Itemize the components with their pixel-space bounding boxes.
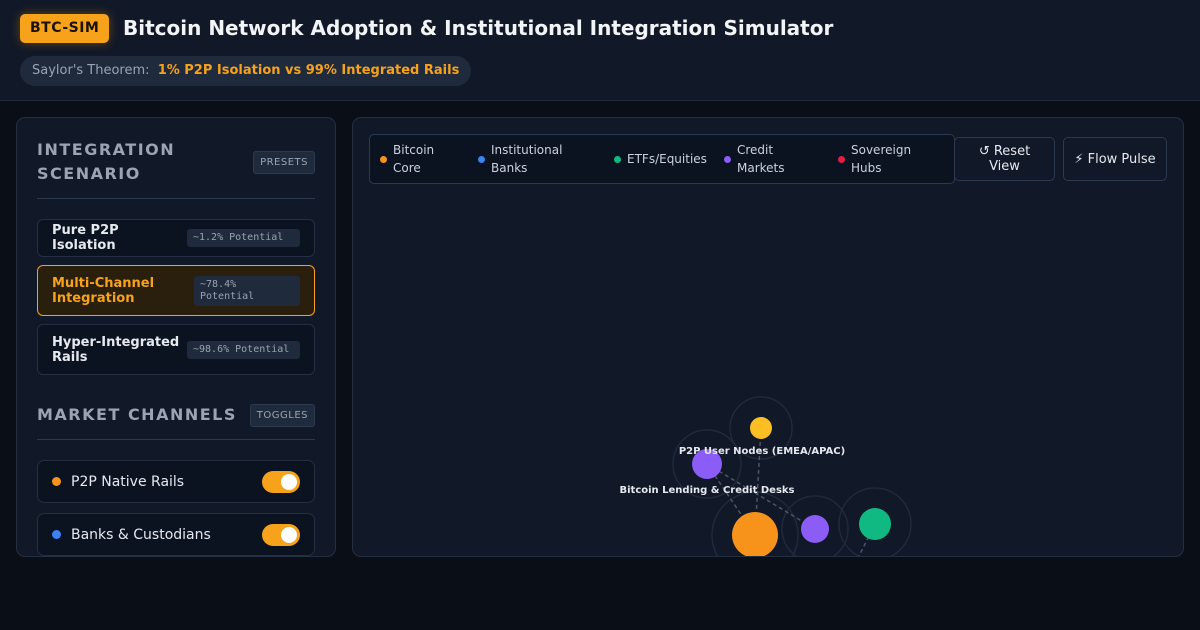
brand-badge: BTC-SIM <box>20 14 110 43</box>
legend-label: Bitcoin Core <box>393 143 435 175</box>
legend-item: Institutional Banks <box>478 141 600 177</box>
legend-label: Institutional Banks <box>491 143 563 175</box>
preset-name: Pure P2P Isolation <box>52 223 119 253</box>
channel-label: P2P Native Rails <box>71 473 185 490</box>
p2p-nodes-label: P2P User Nodes (EMEA/APAC) <box>679 446 845 457</box>
bitcoin-core-node[interactable] <box>732 512 778 557</box>
legend-color-dot <box>838 155 845 163</box>
legend-color-dot <box>380 155 387 163</box>
network-view: P2P User Nodes (EMEA/APAC) Bitcoin Lendi… <box>352 117 1184 557</box>
legend-item: Bitcoin Core <box>380 141 464 177</box>
legend-item: Credit Markets <box>724 141 824 177</box>
toggle-knob <box>281 526 297 543</box>
scenario-header: INTEGRATION SCENARIO PRESETS <box>37 138 315 186</box>
theorem-pill: Saylor's Theorem: 1% P2P Isolation vs 99… <box>20 56 472 86</box>
toggle-knob <box>281 473 297 490</box>
flow-pulse-button[interactable]: ⚡ Flow Pulse <box>1063 137 1167 181</box>
channel-p2p-native: P2P Native Rails <box>37 460 315 503</box>
preset-pure-p2p[interactable]: Pure P2P Isolation ~1.2% Potential <box>37 219 315 257</box>
legend-label: Sovereign Hubs <box>851 143 912 175</box>
legend-item: ETFs/Equities <box>614 150 710 168</box>
channel-color-dot <box>52 477 61 486</box>
divider <box>37 439 315 440</box>
channel-banks: Banks & Custodians <box>37 513 315 556</box>
credit-node[interactable] <box>801 515 829 543</box>
legend-color-dot <box>478 155 485 163</box>
preset-potential: ~78.4% Potential <box>194 275 300 306</box>
preset-name: Multi-Channel Integration <box>52 275 155 306</box>
p2p-node[interactable] <box>750 417 772 439</box>
preset-name: Hyper-Integrated Rails <box>52 334 180 365</box>
banks-toggle[interactable] <box>262 523 300 546</box>
channel-color-dot <box>52 530 61 539</box>
channels-title: MARKET CHANNELS <box>37 405 237 424</box>
legend-color-dot <box>614 155 621 163</box>
reset-view-button[interactable]: ↺ Reset View <box>954 137 1055 181</box>
preset-potential: ~1.2% Potential <box>187 229 300 247</box>
divider <box>37 198 315 199</box>
legend: Bitcoin Core Institutional Banks ETFs/Equi… <box>369 134 955 184</box>
legend-color-dot <box>724 155 731 163</box>
theorem-value: 1% P2P Isolation vs 99% Integrated Rails <box>157 63 460 78</box>
app-title: Bitcoin Network Adoption & Institutional… <box>123 16 834 40</box>
preset-potential: ~98.6% Potential <box>187 340 300 359</box>
legend-label: Credit Markets <box>737 143 785 175</box>
presets-tag: PRESETS <box>253 150 315 174</box>
top-header: BTC-SIM Bitcoin Network Adoption & Insti… <box>0 0 1200 101</box>
legend-label: ETFs/Equities <box>627 152 707 166</box>
toggles-tag: TOGGLES <box>249 403 315 427</box>
control-panel: INTEGRATION SCENARIO PRESETS Pure P2P Is… <box>16 117 336 557</box>
channel-label: Banks & Custodians <box>71 526 211 543</box>
lending-desks-label: Bitcoin Lending & Credit Desks <box>619 485 794 496</box>
preset-multi-channel[interactable]: Multi-Channel Integration ~78.4% Potenti… <box>37 265 315 316</box>
channels-header: MARKET CHANNELS TOGGLES <box>37 403 315 427</box>
legend-item: Sovereign Hubs <box>838 141 930 177</box>
scenario-title: INTEGRATION SCENARIO <box>37 140 176 183</box>
p2p-toggle[interactable] <box>262 470 300 493</box>
preset-hyper-integrated[interactable]: Hyper-Integrated Rails ~98.6% Potential <box>37 324 315 375</box>
etf-node[interactable] <box>859 508 891 540</box>
theorem-label: Saylor's Theorem: <box>32 63 150 78</box>
